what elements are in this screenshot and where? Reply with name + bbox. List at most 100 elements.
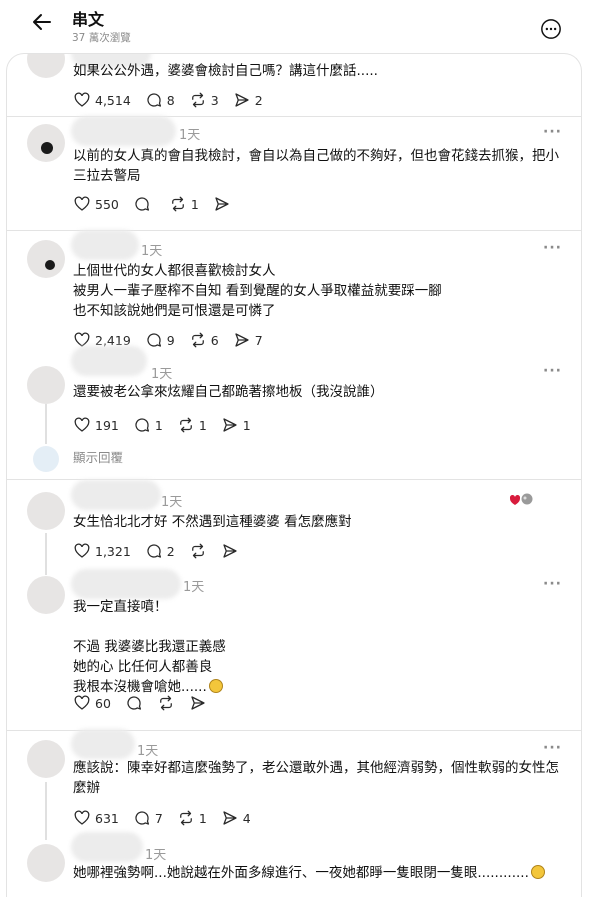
thread-line — [45, 533, 47, 575]
share-count: 2 — [254, 92, 263, 108]
comment-button[interactable]: 8 — [145, 90, 175, 110]
repost-button[interactable]: 3 — [189, 90, 219, 110]
comment-icon — [147, 544, 161, 558]
share-button[interactable] — [213, 194, 235, 214]
send-icon — [235, 93, 249, 107]
send-icon — [223, 811, 237, 825]
wink-emoji-icon — [208, 679, 223, 693]
post-more-button[interactable]: ··· — [543, 576, 562, 592]
comment-button[interactable]: 9 — [145, 330, 175, 350]
share-button[interactable]: 4 — [221, 808, 251, 828]
heart-icon — [74, 695, 90, 710]
comment-icon — [147, 93, 161, 107]
post-time: 1天 — [179, 128, 201, 143]
send-icon — [235, 333, 249, 347]
send-icon — [215, 197, 229, 211]
send-icon — [191, 696, 205, 710]
heart-icon — [74, 196, 90, 211]
post-more-button[interactable]: ··· — [543, 740, 562, 756]
like-button[interactable]: 191 — [73, 415, 119, 435]
post-time: 1天 — [145, 848, 167, 863]
share-button[interactable]: 2 — [233, 90, 263, 110]
comment-button[interactable] — [125, 693, 143, 713]
share-count: 7 — [254, 332, 263, 348]
repost-button[interactable] — [157, 693, 175, 713]
like-button[interactable]: 1,321 — [73, 541, 131, 561]
comment-button[interactable]: 2 — [145, 541, 175, 561]
post-more-button[interactable]: ··· — [543, 240, 562, 256]
like-count: 60 — [95, 695, 111, 711]
share-count: 4 — [242, 810, 251, 826]
post-actions: 631 7 1 4 — [73, 808, 265, 828]
comment-count: 1 — [154, 417, 163, 433]
share-button[interactable] — [189, 693, 207, 713]
arrow-left-icon[interactable] — [30, 10, 54, 34]
heart-icon — [74, 543, 90, 558]
repost-icon — [171, 196, 184, 212]
post-time: 1天 — [151, 367, 173, 382]
repost-button[interactable]: 6 — [189, 330, 219, 350]
like-count: 1,321 — [95, 543, 131, 559]
comment-count: 7 — [154, 810, 163, 826]
reply-avatar — [33, 446, 59, 472]
post-time: 1天 — [161, 495, 183, 510]
repost-button[interactable] — [189, 541, 207, 561]
like-button[interactable]: 4,514 — [73, 90, 131, 110]
avatar[interactable] — [27, 844, 65, 882]
avatar[interactable] — [27, 740, 65, 778]
avatar[interactable] — [27, 492, 65, 530]
show-replies-link[interactable]: 顯示回覆 — [73, 447, 123, 466]
view-count: 37 萬次瀏覽 — [72, 32, 131, 44]
like-button[interactable]: 631 — [73, 808, 119, 828]
like-button[interactable]: 60 — [73, 693, 111, 713]
like-count: 191 — [95, 417, 119, 433]
comment-button[interactable]: 7 — [133, 808, 163, 828]
send-icon — [223, 544, 237, 558]
more-circle-icon[interactable] — [540, 18, 562, 40]
send-icon — [223, 418, 237, 432]
share-button[interactable]: 7 — [233, 330, 263, 350]
repost-count: 1 — [190, 196, 199, 212]
repost-icon — [179, 810, 192, 826]
sad-emoji-icon — [530, 865, 545, 879]
post-actions: 4,514 8 3 2 — [73, 90, 277, 110]
post-text: 如果公公外遇，婆婆會檢討自己嗎？講這什麼話..... — [73, 63, 378, 79]
comment-icon — [135, 418, 149, 432]
avatar[interactable] — [27, 54, 65, 78]
comment-icon — [135, 197, 149, 211]
post-more-button[interactable]: ··· — [543, 363, 562, 379]
post-more-button[interactable]: ··· — [543, 124, 562, 140]
avatar[interactable] — [27, 366, 65, 404]
comment-button[interactable] — [133, 194, 155, 214]
like-count: 4,514 — [95, 92, 131, 108]
heart-badge-icon — [509, 493, 533, 505]
like-button[interactable]: 550 — [73, 194, 119, 214]
blurred-username — [71, 230, 139, 260]
repost-icon — [179, 417, 192, 433]
comment-button[interactable]: 1 — [133, 415, 163, 435]
repost-count: 1 — [198, 810, 207, 826]
post-text: 她哪裡強勢啊...她說越在外面多線進行、一夜她都睜一隻眼閉一隻眼........… — [73, 863, 569, 883]
repost-count: 3 — [210, 92, 219, 108]
post-text: 上個世代的女人都很喜歡檢討女人 被男人一輩子壓榨不自知 看到覺醒的女人爭取權益就… — [73, 263, 442, 319]
post-text-content: 我一定直接噴！ 不過 我婆婆比我還正義感 她的心 比任何人都善良 我根本沒機會嗆… — [73, 599, 226, 695]
avatar[interactable] — [27, 124, 65, 162]
repost-button[interactable]: 1 — [169, 194, 199, 214]
blurred-username — [71, 116, 176, 146]
avatar[interactable] — [27, 240, 65, 278]
post-text: 女生恰北北才好 不然遇到這種婆婆 看怎麼應對 — [73, 514, 352, 530]
comment-count: 8 — [166, 92, 175, 108]
comment-count: 2 — [166, 543, 175, 559]
avatar[interactable] — [27, 576, 65, 614]
repost-button[interactable]: 1 — [177, 415, 207, 435]
thread-header: 串文 37 萬次瀏覽 — [0, 0, 590, 52]
repost-button[interactable]: 1 — [177, 808, 207, 828]
post-time: 1天 — [183, 580, 205, 595]
post-text: 應該說：陳幸好都這麼強勢了，老公還敢外遇，其他經濟弱勢，個性軟弱的女性怎麼辦 — [73, 760, 559, 796]
blurred-username — [71, 480, 161, 510]
repost-icon — [191, 92, 204, 108]
page-title: 串文 — [72, 10, 105, 29]
share-button[interactable] — [221, 541, 239, 561]
share-button[interactable]: 1 — [221, 415, 251, 435]
like-count: 631 — [95, 810, 119, 826]
